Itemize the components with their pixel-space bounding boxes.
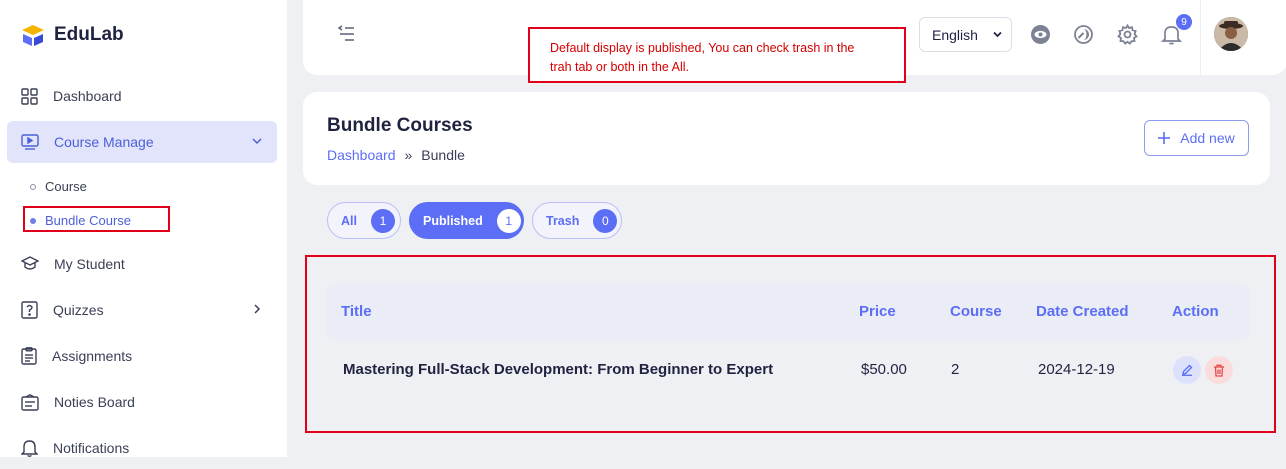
sidebar-item-label: My Student	[54, 256, 125, 272]
edit-button[interactable]	[1173, 356, 1201, 384]
sidebar-item-my-student[interactable]: My Student	[7, 243, 277, 285]
sidebar-item-label: Notifications	[53, 440, 130, 456]
brand-name: EduLab	[54, 24, 124, 45]
avatar[interactable]	[1214, 17, 1248, 51]
sidebar-item-label: Course Manage	[54, 134, 154, 150]
logo-icon	[22, 25, 44, 46]
chevron-down-icon	[993, 31, 1002, 38]
language-select[interactable]: English	[919, 17, 1012, 52]
eye-icon[interactable]	[1030, 24, 1051, 45]
page-title: Bundle Courses	[327, 115, 473, 136]
cell-title: Mastering Full-Stack Development: From B…	[343, 361, 774, 378]
cell-price: $50.00	[861, 361, 907, 378]
tab-count: 0	[593, 208, 618, 233]
sidebar-item-assignments[interactable]: Assignments	[7, 335, 277, 377]
breadcrumb-current: Bundle	[421, 147, 465, 163]
annotation-note: Default display is published, You can ch…	[528, 27, 906, 83]
add-new-button[interactable]: Add new	[1144, 120, 1249, 156]
board-icon	[21, 393, 39, 411]
tab-count: 1	[370, 208, 395, 233]
cell-course: 2	[951, 361, 960, 378]
pencil-icon	[1182, 364, 1193, 376]
bullet-icon	[30, 183, 36, 190]
column-header-title: Title	[341, 303, 372, 320]
chevron-down-icon	[252, 138, 262, 145]
tab-label: Trash	[546, 213, 580, 228]
sidebar-item-label: Dashboard	[53, 88, 122, 104]
tab-label: Published	[423, 213, 483, 228]
sidebar: EduLab Dashboard Course Manage Course Bu…	[0, 0, 287, 457]
sidebar-subitem-course[interactable]: Course	[30, 179, 87, 194]
add-new-label: Add new	[1180, 130, 1235, 146]
column-header-price: Price	[859, 303, 896, 320]
sidebar-item-dashboard[interactable]: Dashboard	[7, 75, 277, 117]
tab-trash[interactable]: Trash 0	[532, 202, 622, 239]
language-value: English	[932, 26, 978, 43]
breadcrumb-separator: »	[404, 147, 413, 163]
column-header-date-created: Date Created	[1036, 303, 1129, 320]
assignment-icon	[21, 347, 37, 365]
tab-all[interactable]: All 1	[327, 202, 401, 239]
sidebar-item-label: Noties Board	[54, 394, 135, 410]
notification-badge: 9	[1176, 14, 1192, 30]
highlight-box-table	[305, 255, 1276, 433]
breadcrumb: Dashboard » Bundle	[327, 147, 465, 163]
sidebar-item-label: Quizzes	[53, 302, 104, 318]
highlight-box-bundle-course	[23, 206, 170, 232]
column-header-action: Action	[1172, 303, 1219, 320]
sidebar-item-course-manage[interactable]: Course Manage	[7, 121, 277, 163]
graduation-icon	[21, 256, 39, 270]
tab-published[interactable]: Published 1	[409, 202, 524, 239]
annotation-line-2: trah tab or both in the All.	[550, 60, 689, 74]
cell-date: 2024-12-19	[1038, 361, 1115, 378]
plus-icon	[1158, 132, 1171, 144]
delete-button[interactable]	[1205, 356, 1233, 384]
breadcrumb-dashboard-link[interactable]: Dashboard	[327, 147, 396, 163]
theme-icon[interactable]	[1073, 24, 1094, 45]
sidebar-item-quizzes[interactable]: Quizzes	[7, 289, 277, 331]
trash-icon	[1214, 364, 1224, 377]
menu-collapse-icon[interactable]	[337, 24, 357, 49]
gear-icon[interactable]	[1117, 24, 1138, 45]
sidebar-item-notifications[interactable]: Notifications	[7, 427, 277, 469]
bell-icon	[21, 440, 38, 457]
page-header-card	[303, 92, 1270, 185]
brand-logo[interactable]: EduLab	[20, 22, 124, 48]
column-header-course: Course	[950, 303, 1002, 320]
quiz-icon	[21, 301, 38, 319]
tab-count: 1	[496, 208, 521, 233]
topbar-divider	[1200, 0, 1201, 75]
tab-label: All	[341, 213, 357, 228]
sidebar-item-label: Assignments	[52, 348, 133, 364]
sidebar-subitem-label: Course	[45, 179, 87, 194]
sidebar-item-noties-board[interactable]: Noties Board	[7, 381, 277, 423]
video-icon	[21, 134, 39, 150]
grid-icon	[21, 87, 38, 105]
chevron-right-icon	[254, 304, 261, 314]
annotation-line-1: Default display is published, You can ch…	[550, 41, 855, 55]
